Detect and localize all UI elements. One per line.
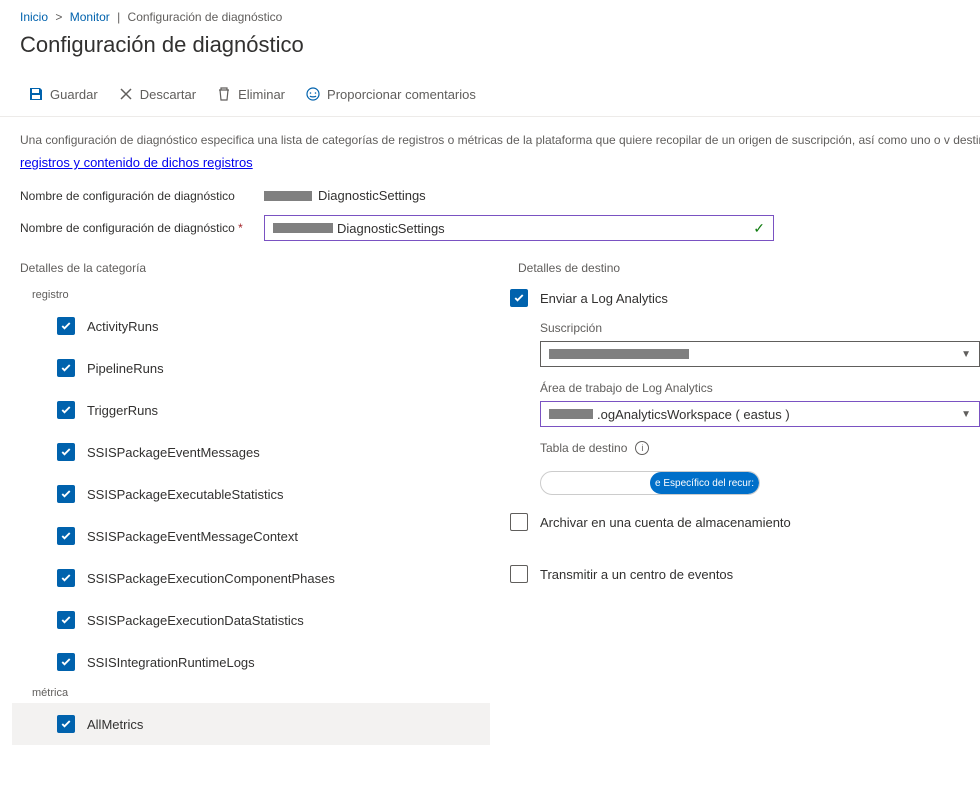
- subscription-select[interactable]: ▼: [540, 341, 980, 367]
- breadcrumb-current: Configuración de diagnóstico: [128, 10, 283, 24]
- category-label: SSISPackageEventMessageContext: [87, 529, 298, 544]
- redacted-block: [273, 223, 333, 233]
- category-checkbox-row: PipelineRuns: [12, 347, 490, 389]
- required-asterisk: *: [235, 221, 243, 235]
- breadcrumb-pipe: |: [117, 10, 120, 24]
- metrics-subsection-label: métrica: [12, 683, 490, 703]
- page-title: Configuración de diagnóstico: [0, 24, 980, 76]
- breadcrumb-home[interactable]: Inicio: [20, 10, 48, 24]
- eventhub-checkbox[interactable]: [510, 565, 528, 583]
- category-checkbox-row: TriggerRuns: [12, 389, 490, 431]
- description-text: Una configuración de diagnóstico especif…: [0, 117, 980, 155]
- diagnostic-name-input-row: Nombre de configuración de diagnóstico *…: [0, 209, 980, 247]
- redacted-block: [264, 191, 312, 201]
- send-log-analytics-row: Enviar a Log Analytics: [510, 285, 968, 321]
- category-label: TriggerRuns: [87, 403, 158, 418]
- feedback-label: Proporcionar comentarios: [327, 87, 476, 102]
- eventhub-row: Transmitir a un centro de eventos: [510, 561, 968, 597]
- category-label: SSISPackageExecutableStatistics: [87, 487, 284, 502]
- dest-table-toggle[interactable]: e Específico del recur:: [540, 471, 760, 495]
- delete-button[interactable]: Eliminar: [208, 82, 293, 106]
- toolbar: Guardar Descartar Eliminar Proporcionar …: [0, 76, 980, 117]
- category-label: SSISPackageEventMessages: [87, 445, 260, 460]
- eventhub-label: Transmitir a un centro de eventos: [540, 567, 733, 582]
- save-label: Guardar: [50, 87, 98, 102]
- category-label: PipelineRuns: [87, 361, 164, 376]
- dest-table-label: Tabla de destino: [540, 441, 627, 455]
- diagnostic-name-static-value: DiagnosticSettings: [264, 188, 426, 203]
- chevron-down-icon: ▼: [961, 409, 971, 420]
- category-label: SSISPackageExecutionDataStatistics: [87, 613, 304, 628]
- save-icon: [28, 86, 44, 102]
- toggle-option-active[interactable]: e Específico del recur:: [650, 472, 759, 494]
- diagnostic-name-label-input: Nombre de configuración de diagnóstico *: [20, 221, 250, 235]
- chevron-down-icon: ▼: [961, 349, 971, 360]
- category-checkbox-row: AllMetrics: [12, 703, 490, 745]
- metrics-list: AllMetrics: [12, 703, 490, 745]
- redacted-block: [549, 409, 593, 419]
- category-checkbox[interactable]: [57, 715, 75, 733]
- workspace-value: .ogAnalyticsWorkspace ( eastus ): [597, 407, 790, 422]
- category-checkbox[interactable]: [57, 401, 75, 419]
- category-checkbox-row: SSISPackageExecutionDataStatistics: [12, 599, 490, 641]
- diagnostic-name-input-suffix: DiagnosticSettings: [337, 221, 445, 236]
- category-checkbox[interactable]: [57, 527, 75, 545]
- workspace-select[interactable]: .ogAnalyticsWorkspace ( eastus ) ▼: [540, 401, 980, 427]
- destination-details-title: Detalles de destino: [510, 261, 968, 285]
- category-checkbox-row: SSISPackageExecutableStatistics: [12, 473, 490, 515]
- category-label: AllMetrics: [87, 717, 143, 732]
- validation-check-icon: ✓: [753, 220, 765, 237]
- redacted-block: [549, 349, 689, 359]
- category-checkbox-row: SSISPackageExecutionComponentPhases: [12, 557, 490, 599]
- category-checkbox[interactable]: [57, 569, 75, 587]
- logs-list: ActivityRuns PipelineRuns TriggerRuns SSISP…: [12, 305, 490, 683]
- diagnostic-name-static-row: Nombre de configuración de diagnóstico D…: [0, 182, 980, 209]
- archive-storage-checkbox[interactable]: [510, 513, 528, 531]
- diagnostic-name-input[interactable]: DiagnosticSettings ✓: [264, 215, 774, 241]
- category-checkbox[interactable]: [57, 317, 75, 335]
- subscription-label: Suscripción: [540, 321, 968, 335]
- toggle-option-inactive[interactable]: [541, 472, 650, 494]
- category-label: ActivityRuns: [87, 319, 159, 334]
- breadcrumb: Inicio > Monitor | Configuración de diag…: [0, 0, 980, 24]
- category-checkbox[interactable]: [57, 611, 75, 629]
- breadcrumb-monitor[interactable]: Monitor: [70, 10, 110, 24]
- category-checkbox[interactable]: [57, 443, 75, 461]
- category-checkbox[interactable]: [57, 359, 75, 377]
- discard-button[interactable]: Descartar: [110, 82, 204, 106]
- feedback-icon: [305, 86, 321, 102]
- category-checkbox[interactable]: [57, 653, 75, 671]
- archive-storage-label: Archivar en una cuenta de almacenamiento: [540, 515, 791, 530]
- workspace-label: Área de trabajo de Log Analytics: [540, 381, 968, 395]
- delete-icon: [216, 86, 232, 102]
- category-label: SSISIntegrationRuntimeLogs: [87, 655, 255, 670]
- category-checkbox-row: ActivityRuns: [12, 305, 490, 347]
- diagnostic-name-label-static: Nombre de configuración de diagnóstico: [20, 189, 250, 203]
- delete-label: Eliminar: [238, 87, 285, 102]
- logs-subsection-label: registro: [12, 285, 490, 305]
- category-checkbox-row: SSISIntegrationRuntimeLogs: [12, 641, 490, 683]
- description-link[interactable]: registros y contenido de dichos registro…: [20, 155, 253, 170]
- feedback-button[interactable]: Proporcionar comentarios: [297, 82, 484, 106]
- category-checkbox-row: SSISPackageEventMessageContext: [12, 515, 490, 557]
- send-log-analytics-checkbox[interactable]: [510, 289, 528, 307]
- diagnostic-name-static-suffix: DiagnosticSettings: [318, 188, 426, 203]
- discard-icon: [118, 86, 134, 102]
- category-checkbox-row: SSISPackageEventMessages: [12, 431, 490, 473]
- info-icon[interactable]: i: [635, 441, 649, 455]
- category-label: SSISPackageExecutionComponentPhases: [87, 571, 335, 586]
- save-button[interactable]: Guardar: [20, 82, 106, 106]
- category-details-title: Detalles de la categoría: [12, 261, 490, 285]
- breadcrumb-separator: >: [55, 10, 62, 24]
- category-checkbox[interactable]: [57, 485, 75, 503]
- discard-label: Descartar: [140, 87, 196, 102]
- archive-storage-row: Archivar en una cuenta de almacenamiento: [510, 509, 968, 545]
- send-log-analytics-label: Enviar a Log Analytics: [540, 291, 668, 306]
